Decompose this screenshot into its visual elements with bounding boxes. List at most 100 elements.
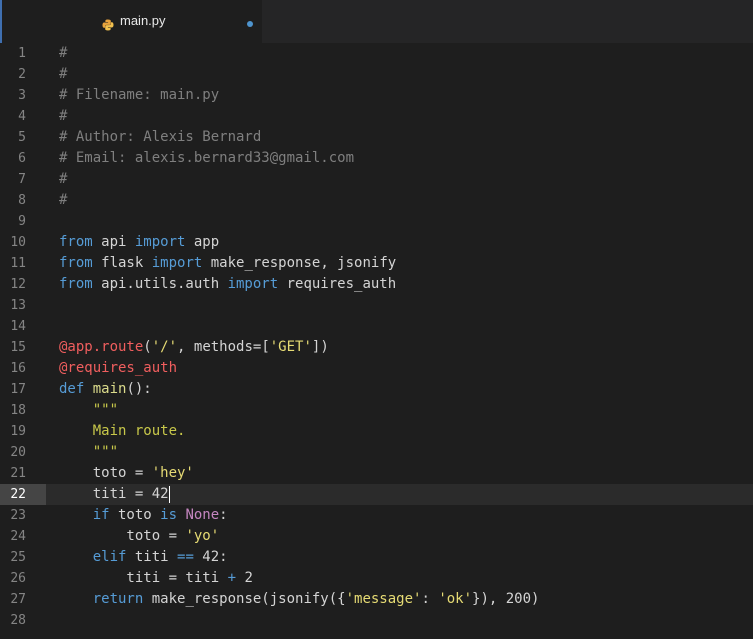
code-token: """ [92,444,119,460]
code-line[interactable]: 23 if toto is None: [0,505,753,526]
code-line[interactable]: 19 Main route. [0,421,753,442]
code-token: # [59,192,68,208]
code-token: flask [92,255,152,271]
python-icon [102,16,114,31]
code-line[interactable]: 28 [0,610,753,631]
code-line[interactable]: 14 [0,316,753,337]
code-line[interactable]: 26 titi = titi + 2 [0,568,753,589]
code-text: return make_response(jsonify({'message':… [59,589,540,610]
code-token: ]) [311,339,329,355]
code-token: 'ok' [438,591,473,607]
line-number: 11 [10,256,26,271]
code-token: Main route. [92,423,186,439]
code-token: # [59,171,68,187]
code-line[interactable]: 3 # Filename: main.py [0,85,753,106]
code-token: # [59,45,68,61]
code-token: def [59,381,85,397]
code-text: @requires_auth [59,358,177,379]
code-token: from [59,276,93,292]
code-line[interactable]: 2 # [0,64,753,85]
line-number: 2 [18,67,26,82]
code-line[interactable]: 13 [0,295,753,316]
code-token: main [92,381,127,397]
code-line[interactable]: 27 return make_response(jsonify({'messag… [0,589,753,610]
line-number: 19 [10,424,26,439]
code-token: 'yo' [185,528,220,544]
code-token: elif [92,549,127,565]
code-text: # Email: alexis.bernard33@gmail.com [59,148,354,169]
code-token: '/' [151,339,178,355]
code-text: # [59,169,67,190]
code-token: 2 [236,570,253,586]
line-number: 1 [18,46,26,61]
code-text: from api.utils.auth import requires_auth [59,274,396,295]
code-line[interactable]: 5 # Author: Alexis Bernard [0,127,753,148]
line-number: 6 [18,151,26,166]
code-token: import [227,276,279,292]
code-line[interactable]: 4 # [0,106,753,127]
code-text: toto = 'hey' [59,463,194,484]
code-text: titi = 42 [59,484,169,505]
code-line[interactable]: 21 toto = 'hey' [0,463,753,484]
code-text: # [59,64,67,85]
code-line[interactable]: 16 @requires_auth [0,358,753,379]
code-token: , methods=[ [177,339,270,355]
code-editor[interactable]: 1 #2 #3 # Filename: main.py 4 #5 # Author: Ale… [0,43,753,639]
code-token: titi = titi [59,570,228,586]
code-token: is [160,507,178,523]
code-text: elif titi == 42: [59,547,228,568]
code-line[interactable]: 10 from api import app [0,232,753,253]
line-number: 5 [18,130,26,145]
line-number: 8 [18,193,26,208]
code-text: # [59,106,67,127]
code-line[interactable]: 18 """ [0,400,753,421]
code-line[interactable]: 22 titi = 42 [0,484,753,505]
code-token: None [185,507,220,523]
code-token: 'hey' [151,465,194,481]
code-token: + [227,570,237,586]
code-line[interactable]: 20 """ [0,442,753,463]
code-line[interactable]: 15 @app.route('/', methods=['GET']) [0,337,753,358]
code-token: 'GET' [269,339,312,355]
code-token: : [421,591,439,607]
code-token: titi = 42 [59,486,169,502]
code-token: make_response, jsonify [202,255,397,271]
line-number: 23 [10,508,26,523]
tab-bar: main.py [0,0,753,43]
code-text: if toto is None: [59,505,228,526]
code-token: """ [92,402,119,418]
code-token: toto [109,507,161,523]
line-number: 16 [10,361,26,376]
line-number: 4 [18,109,26,124]
code-token: ( [143,339,152,355]
code-text: from api import app [59,232,219,253]
text-cursor [168,486,170,503]
code-line[interactable]: 12 from api.utils.auth import requires_au… [0,274,753,295]
code-token: api [92,234,135,250]
code-line[interactable]: 17 def main(): [0,379,753,400]
code-line[interactable]: 1 # [0,43,753,64]
line-number: 18 [10,403,26,418]
code-text: """ [59,442,118,463]
code-line[interactable]: 8 # [0,190,753,211]
line-number: 15 [10,340,26,355]
unsaved-dot-icon[interactable] [247,21,253,27]
code-token: # [59,66,68,82]
code-token: make_response(jsonify({ [143,591,346,607]
code-text: toto = 'yo' [59,526,219,547]
tab-main-py[interactable]: main.py [0,0,262,43]
line-number: 20 [10,445,26,460]
code-line[interactable]: 24 toto = 'yo' [0,526,753,547]
code-text: @app.route('/', methods=['GET']) [59,337,329,358]
code-token: 'message' [345,591,422,607]
code-line[interactable]: 6 # Email: alexis.bernard33@gmail.com [0,148,753,169]
code-line[interactable]: 25 elif titi == 42: [0,547,753,568]
code-line[interactable]: 9 [0,211,753,232]
code-token: from [59,255,93,271]
code-line[interactable]: 11 from flask import make_response, jsoni… [0,253,753,274]
code-line[interactable]: 7 # [0,169,753,190]
